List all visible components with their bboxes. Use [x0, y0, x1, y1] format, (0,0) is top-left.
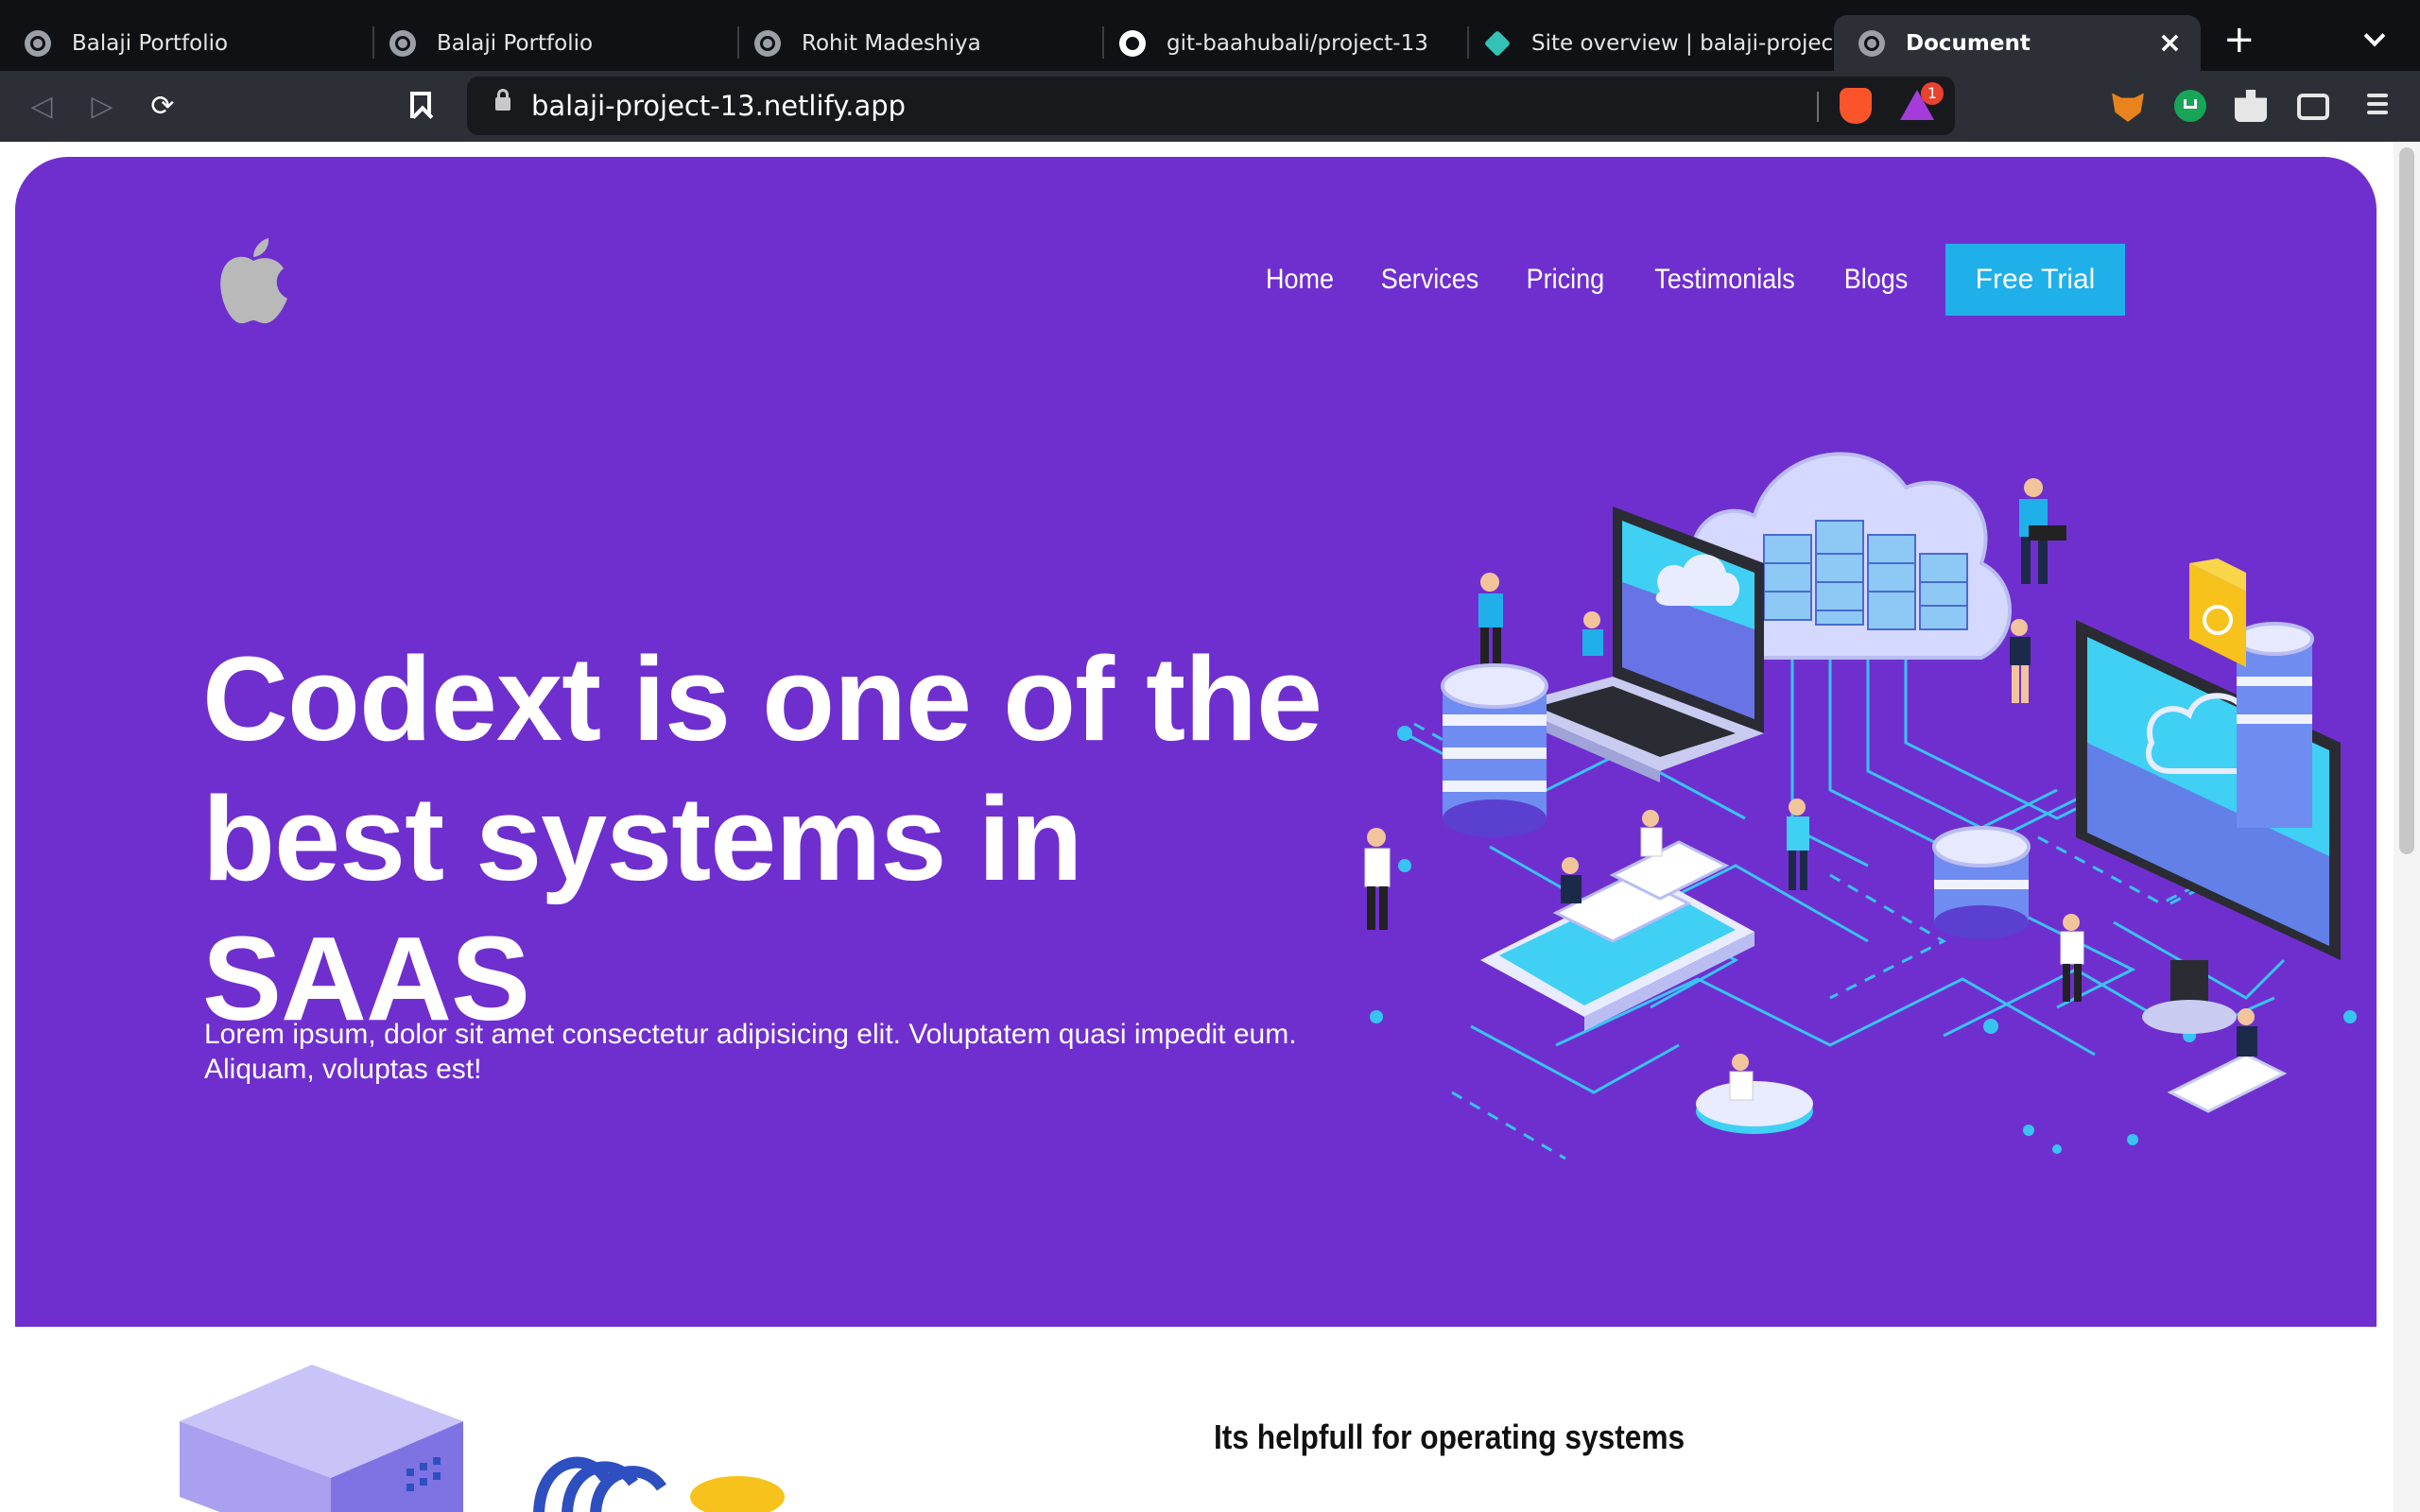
new-tab-button[interactable]: +	[2223, 21, 2256, 59]
hero-subtext: Lorem ipsum, dolor sit amet consectetur …	[204, 1019, 1297, 1085]
netlify-icon	[1484, 30, 1511, 57]
bookmark-icon[interactable]	[410, 92, 431, 118]
page-viewport: Home Services Pricing Testimonials Blogs…	[0, 142, 2420, 1512]
section-heading: Its helpfull for operating systems	[1214, 1418, 1685, 1456]
nav-link-services[interactable]: Services	[1381, 264, 1479, 296]
main-nav: Home Services Pricing Testimonials Blogs…	[1224, 244, 2125, 316]
free-trial-button[interactable]: Free Trial	[1945, 244, 2125, 316]
platform-person-bottom	[1696, 1054, 1813, 1134]
forward-button[interactable]: ▷	[83, 88, 121, 126]
apple-logo-icon[interactable]	[216, 236, 291, 327]
database-stack-left	[1441, 663, 1548, 837]
tab-title: git-baahubali/project-13	[1167, 30, 1428, 56]
tab-rohit-madeshiya[interactable]: Rohit Madeshiya	[730, 15, 1104, 71]
scrollbar-track[interactable]	[2394, 142, 2420, 1512]
address-bar[interactable]: balaji-project-13.netlify.app 1	[467, 77, 1955, 135]
nav-link-pricing[interactable]: Pricing	[1527, 264, 1605, 296]
tab-list-chevron-icon[interactable]	[2363, 25, 2386, 47]
hero-headline: Codext is one of the best systems in SAA…	[202, 629, 1337, 1049]
browser-menu-icon[interactable]	[2367, 94, 2388, 118]
tab-title: Balaji Portfolio	[437, 30, 594, 56]
database-small-center	[1932, 826, 2031, 939]
brave-shields-icon[interactable]	[1840, 88, 1872, 124]
tab-balaji-portfolio-2[interactable]: Balaji Portfolio	[365, 15, 739, 71]
reload-button[interactable]: ⟳	[144, 88, 182, 126]
metamask-extension-icon[interactable]	[2112, 93, 2144, 122]
browser-toolbar: ◁ ▷ ⟳ balaji-project-13.netlify.app 1	[0, 71, 2420, 142]
wallet-icon[interactable]	[2297, 94, 2329, 120]
tab-title: Balaji Portfolio	[72, 30, 229, 56]
nav-link-blogs[interactable]: Blogs	[1844, 264, 1909, 296]
url-text[interactable]: balaji-project-13.netlify.app	[531, 90, 906, 122]
tab-title: Site overview | balaji-projec	[1531, 30, 1834, 56]
coins-illustration	[533, 1456, 785, 1512]
phone-desk-group	[1480, 810, 1754, 1031]
nav-link-testimonials[interactable]: Testimonials	[1654, 264, 1795, 296]
rewards-badge: 1	[1921, 82, 1944, 105]
people-laptop-area	[1478, 573, 1603, 669]
back-button[interactable]: ◁	[23, 88, 60, 126]
tab-github-project[interactable]: git-baahubali/project-13	[1095, 15, 1469, 71]
tab-document-active[interactable]: Document ×	[1834, 15, 2201, 71]
nav-link-home[interactable]: Home	[1266, 264, 1334, 296]
tab-title: Document	[1906, 30, 2031, 56]
tab-balaji-portfolio-1[interactable]: Balaji Portfolio	[0, 15, 374, 71]
close-tab-icon[interactable]: ×	[2158, 29, 2182, 58]
saas-isometric-illustration	[1364, 452, 2357, 1160]
shopping-extension-icon[interactable]	[2174, 90, 2206, 122]
globe-icon	[25, 29, 51, 57]
features-section: Its helpfull for operating systems	[0, 1327, 2392, 1512]
globe-icon	[389, 29, 416, 57]
globe-icon	[754, 29, 781, 57]
headline-line-1: Codext is one of the	[202, 632, 1322, 765]
tab-netlify-site-overview[interactable]: Site overview | balaji-projec	[1460, 15, 1834, 71]
address-bar-divider	[1817, 92, 1819, 122]
standing-person-left	[1364, 828, 1391, 930]
lock-icon[interactable]	[495, 89, 510, 111]
extensions-puzzle-icon[interactable]	[2235, 90, 2267, 122]
browser-tab-bar: Balaji Portfolio Balaji Portfolio Rohit …	[0, 0, 2420, 71]
tab-title: Rohit Madeshiya	[802, 30, 981, 56]
globe-icon	[1858, 29, 1885, 57]
headline-line-2: best systems in SAAS	[202, 772, 1082, 1045]
server-rack-illustration	[180, 1365, 463, 1512]
scrollbar-thumb[interactable]	[2399, 147, 2414, 854]
github-icon	[1119, 29, 1146, 57]
hero-section: Home Services Pricing Testimonials Blogs…	[15, 157, 2377, 1327]
